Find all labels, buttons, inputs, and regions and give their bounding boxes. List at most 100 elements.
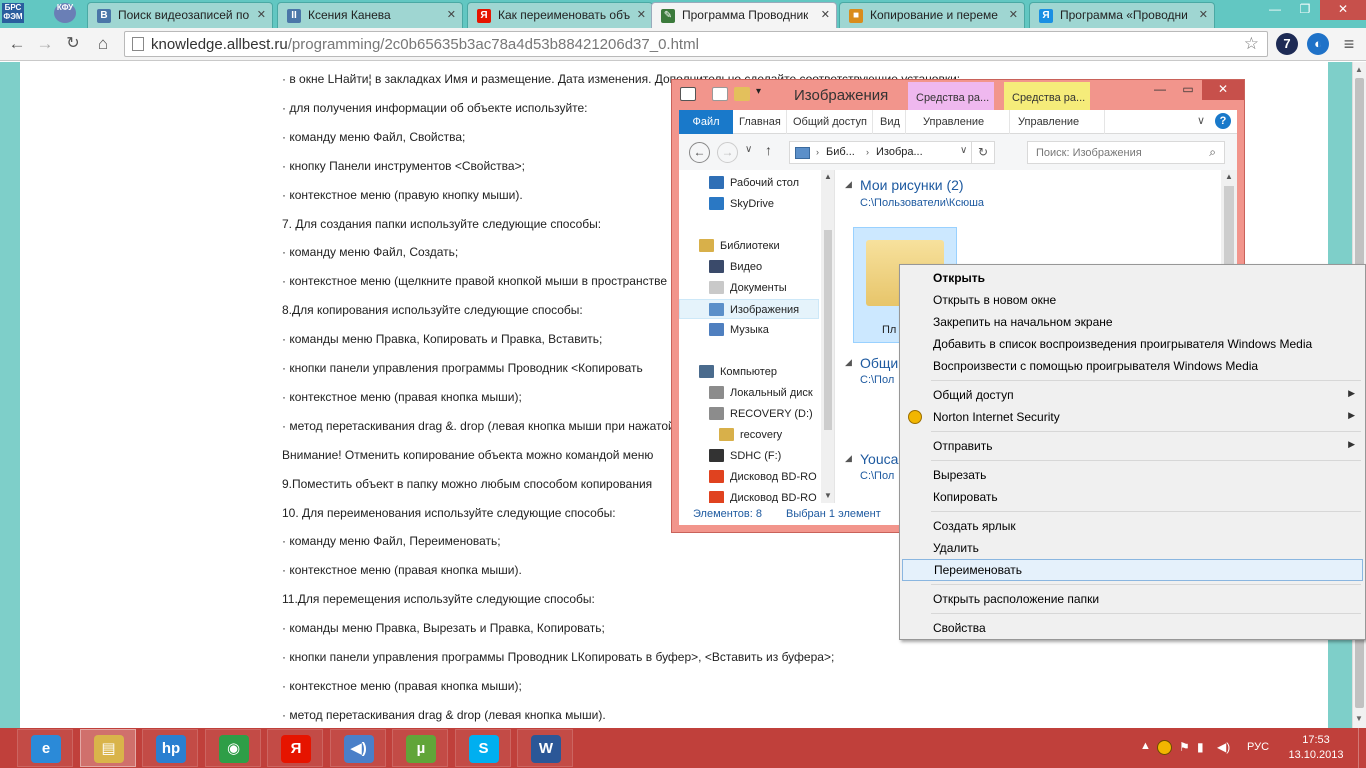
close-button[interactable]: ✕ xyxy=(1320,0,1366,20)
ribbon-expand-icon[interactable]: ∨ xyxy=(1197,114,1205,127)
nav-item[interactable]: RECOVERY (D:) xyxy=(709,404,819,424)
menu-item[interactable]: Создать ярлык xyxy=(902,515,1363,537)
nav-item[interactable]: Дисковод BD-RO xyxy=(709,488,819,503)
nav-item[interactable]: Локальный диск xyxy=(709,383,819,403)
nav-item[interactable]: Компьютер xyxy=(699,362,819,382)
show-desktop-button[interactable] xyxy=(1358,728,1366,768)
menu-item[interactable]: Отправить ▶ xyxy=(902,435,1363,457)
nav-item[interactable]: Музыка xyxy=(709,320,819,340)
minimize-button[interactable]: — xyxy=(1260,0,1290,20)
ribbon-tab-manage-pictures[interactable]: Управление xyxy=(915,110,1010,134)
maximize-button[interactable]: ❐ xyxy=(1290,0,1320,20)
context-tab-library-tools[interactable]: Средства ра... xyxy=(1004,82,1091,110)
clock[interactable]: 17:53 13.10.2013 xyxy=(1285,733,1347,763)
flag-tray-icon[interactable]: ⚑ xyxy=(1179,740,1190,754)
tab-close-icon[interactable]: ✕ xyxy=(637,8,646,21)
nav-item[interactable]: Дисковод BD-RO xyxy=(709,467,819,487)
menu-item[interactable]: Общий доступ ▶ xyxy=(902,384,1363,406)
explorer-search-input[interactable]: Поиск: Изображения ⌕ xyxy=(1027,141,1225,164)
url-text[interactable]: knowledge.allbest.ru/programming/2c0b656… xyxy=(151,36,699,53)
menu-item[interactable]: Удалить xyxy=(902,537,1363,559)
group-title-youcam[interactable]: Youca xyxy=(860,451,898,467)
menu-icon[interactable]: ≡ xyxy=(1338,33,1360,55)
tab-close-icon[interactable]: ✕ xyxy=(257,8,266,21)
nav-item[interactable]: SDHC (F:) xyxy=(709,446,819,466)
breadcrumb[interactable]: › Биб... › Изобра... ∨ ↻ xyxy=(789,141,995,164)
browser-tab[interactable]: Я Как переименовать объ ✕ xyxy=(467,2,653,28)
menu-item[interactable]: Закрепить на начальном экране xyxy=(902,311,1363,333)
nav-scroll-thumb[interactable] xyxy=(824,230,832,430)
help-icon[interactable]: ? xyxy=(1215,113,1231,129)
refresh-icon[interactable]: ↻ xyxy=(971,141,995,164)
explorer-app-icon[interactable] xyxy=(680,87,696,101)
hp-taskbar-button[interactable]: hp xyxy=(142,729,198,767)
context-tab-picture-tools[interactable]: Средства ра... xyxy=(908,82,995,110)
browser-tab[interactable]: Я Программа «Проводни ✕ xyxy=(1029,2,1215,28)
internet-explorer-taskbar-button[interactable]: e xyxy=(17,729,73,767)
browser-tab[interactable]: ■ Копирование и переме ✕ xyxy=(839,2,1025,28)
up-arrow-icon[interactable]: ↑ xyxy=(765,142,772,158)
nav-pane-scrollbar[interactable]: ▲ ▼ xyxy=(821,170,834,503)
breadcrumb-pictures[interactable]: Изобра... xyxy=(876,146,923,158)
ribbon-tab-manage-library[interactable]: Управление xyxy=(1010,110,1105,134)
quick-access-dropdown-icon[interactable]: ▾ xyxy=(756,86,761,97)
content-scroll-thumb[interactable] xyxy=(1224,186,1234,266)
menu-item[interactable]: Копировать xyxy=(902,486,1363,508)
menu-item[interactable]: Воспроизвести с помощью проигрывателя Wi… xyxy=(902,355,1363,377)
utorrent-taskbar-button[interactable]: µ xyxy=(392,729,448,767)
media-player-taskbar-button[interactable]: ◀) xyxy=(329,729,386,767)
browser-tab[interactable]: В Поиск видеозаписей по ✕ xyxy=(87,2,273,28)
nav-item[interactable]: Изображения xyxy=(679,299,819,319)
skype-taskbar-button[interactable]: S xyxy=(454,729,511,767)
menu-item[interactable]: Свойства xyxy=(902,617,1363,639)
ribbon-tab-view[interactable]: Вид xyxy=(875,110,906,134)
properties-icon[interactable] xyxy=(712,87,728,101)
menu-item[interactable]: Вырезать xyxy=(902,464,1363,486)
menu-item[interactable]: Открыть расположение папки xyxy=(902,588,1363,610)
explorer-forward-icon[interactable]: → xyxy=(717,142,738,163)
scroll-up-icon[interactable]: ▲ xyxy=(1355,65,1363,74)
brs-app-icon[interactable]: БРС ФЭМ xyxy=(2,3,24,23)
nav-item[interactable]: Видео xyxy=(709,257,819,277)
explorer-close-button[interactable]: ✕ xyxy=(1202,80,1244,100)
group-collapse-icon[interactable]: ◢ xyxy=(845,179,852,190)
tab-close-icon[interactable]: ✕ xyxy=(1009,8,1018,21)
nav-scroll-up-icon[interactable]: ▲ xyxy=(824,172,832,181)
volume-tray-icon[interactable]: ◀) xyxy=(1217,740,1230,754)
new-folder-icon[interactable] xyxy=(734,87,750,101)
forward-arrow-icon[interactable]: → xyxy=(34,33,56,55)
kfu-app-icon[interactable]: КФУ xyxy=(54,3,76,23)
ribbon-tab-file[interactable]: Файл xyxy=(679,110,733,134)
yandex-taskbar-button[interactable]: Я xyxy=(267,729,323,767)
nav-item[interactable]: SkyDrive xyxy=(709,194,819,214)
menu-item[interactable]: Открыть xyxy=(902,267,1363,289)
nav-scroll-down-icon[interactable]: ▼ xyxy=(824,491,832,500)
group-title-public[interactable]: Общи xyxy=(860,355,898,371)
seven-extension-icon[interactable]: 7 xyxy=(1276,33,1298,55)
browser-tab[interactable]: ✎ Программа Проводник ✕ xyxy=(651,2,837,29)
browser-tab[interactable]: II Ксения Канева ✕ xyxy=(277,2,463,28)
tab-close-icon[interactable]: ✕ xyxy=(821,8,830,21)
bookmark-star-icon[interactable]: ☆ xyxy=(1244,34,1259,54)
group-title-my-pictures[interactable]: Мои рисунки (2) xyxy=(860,177,964,193)
tray-expand-icon[interactable]: ▲ xyxy=(1140,740,1151,752)
ribbon-tab-share[interactable]: Общий доступ xyxy=(788,110,873,134)
menu-item[interactable]: Norton Internet Security ▶ xyxy=(902,406,1363,428)
scroll-down-icon[interactable]: ▼ xyxy=(1355,714,1363,723)
menu-item[interactable]: Добавить в список воспроизведения проигр… xyxy=(902,333,1363,355)
blue-extension-icon[interactable]: ◐ xyxy=(1307,33,1329,55)
nav-item[interactable]: Библиотеки xyxy=(699,236,819,256)
explorer-maximize-button[interactable]: ▭ xyxy=(1174,80,1202,100)
back-arrow-icon[interactable]: ← xyxy=(6,33,28,55)
address-bar[interactable]: knowledge.allbest.ru/programming/2c0b656… xyxy=(124,31,1268,57)
word-taskbar-button[interactable]: W xyxy=(517,729,573,767)
explorer-title-bar[interactable]: ▾ Изображения Средства ра... Средства ра… xyxy=(672,80,1244,110)
norton-tray-icon[interactable] xyxy=(1157,740,1172,755)
network-tray-icon[interactable]: ▮ xyxy=(1197,740,1204,754)
nav-item[interactable]: Документы xyxy=(709,278,819,298)
tab-close-icon[interactable]: ✕ xyxy=(1199,8,1208,21)
language-indicator[interactable]: РУС xyxy=(1247,741,1269,753)
breadcrumb-libraries[interactable]: Биб... xyxy=(826,146,855,158)
file-explorer-taskbar-button[interactable]: ▤ xyxy=(79,729,136,767)
tab-close-icon[interactable]: ✕ xyxy=(447,8,456,21)
